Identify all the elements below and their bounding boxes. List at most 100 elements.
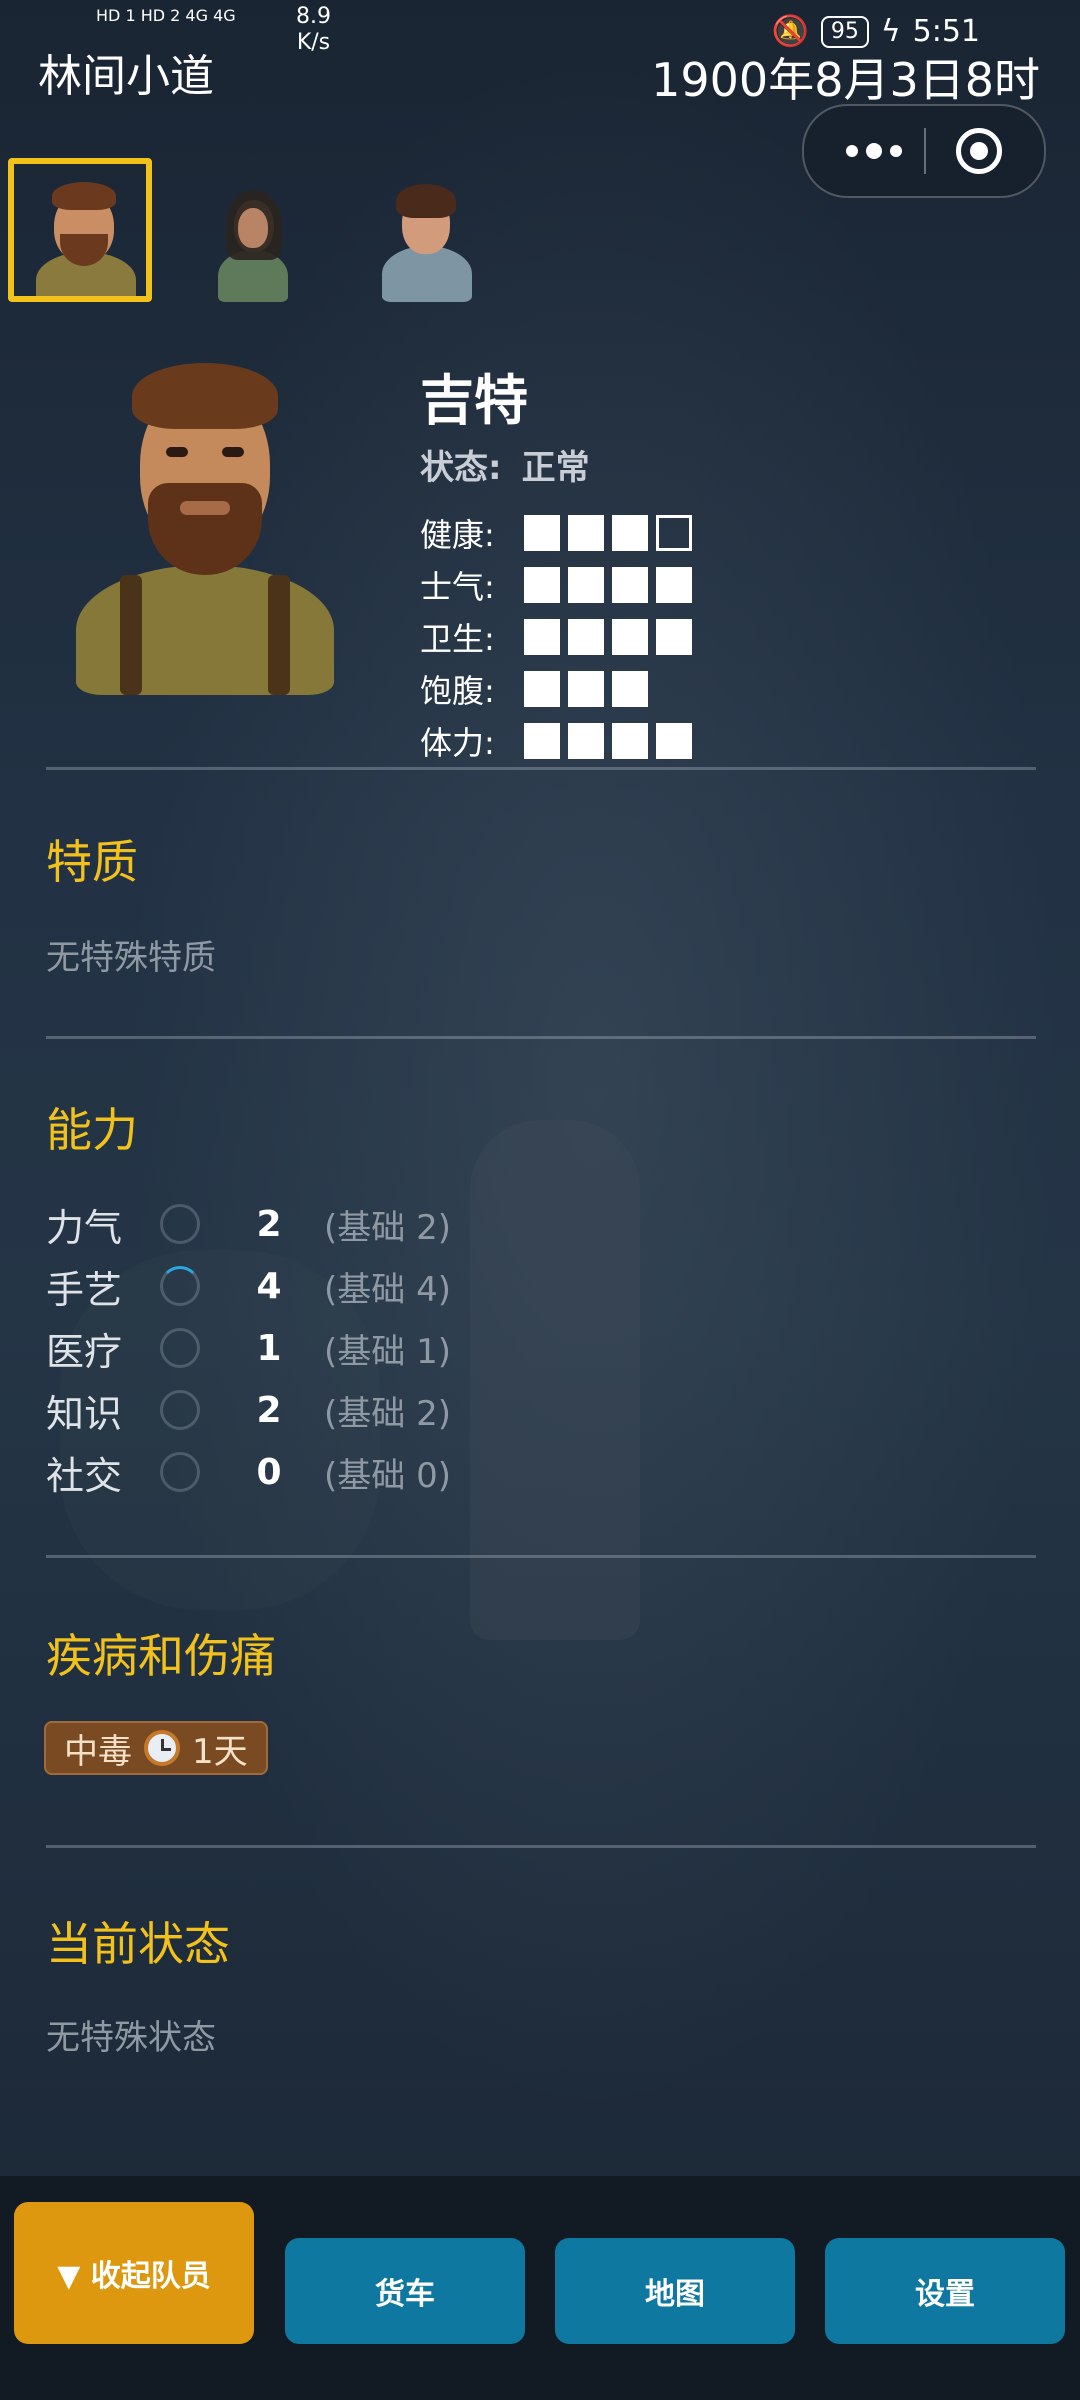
battery-icon: 95 (820, 15, 869, 48)
more-icon[interactable] (834, 126, 914, 176)
abilities-title: 能力 (46, 1103, 138, 1157)
signal-indicators: HD 1 HD 2 4G 4G (96, 4, 236, 26)
character-stats: 健康: 士气: 卫生: 饱腹: 体力: (420, 507, 700, 767)
stat-pip-filled (524, 671, 560, 707)
stat-pips (524, 723, 700, 759)
stat-fullness: 饱腹: (420, 663, 700, 715)
ability-progress-ring (160, 1266, 200, 1306)
ability-value: 2 (256, 1203, 282, 1245)
ability-name: 社交 (46, 1453, 123, 1498)
stat-pips (524, 619, 700, 655)
stat-pip-filled (612, 515, 648, 551)
stat-pips (524, 567, 700, 603)
stat-pip-filled (656, 567, 692, 603)
stat-pip-filled (568, 515, 604, 551)
stat-pip-filled (612, 567, 648, 603)
miniprogram-capsule (802, 104, 1046, 198)
ability-value: 1 (256, 1327, 282, 1369)
close-miniprogram-icon[interactable] (956, 128, 1002, 174)
ability-progress-ring (160, 1452, 200, 1492)
background-figure (470, 1120, 640, 1640)
ailment-duration: 1天 (192, 1731, 248, 1772)
ability-name: 力气 (46, 1205, 123, 1250)
collapse-team-button[interactable]: ▼ 收起队员 (14, 2202, 254, 2344)
team-portrait-2[interactable] (182, 158, 326, 302)
ability-base: (基础 4) (324, 1269, 451, 1310)
truck-button[interactable]: 货车 (285, 2238, 525, 2344)
stat-label: 士气: (420, 568, 495, 606)
ability-progress-ring (160, 1390, 200, 1430)
net-speed-value: 8.9 (296, 4, 331, 29)
stat-health: 健康: (420, 507, 700, 559)
stat-pip-filled (612, 671, 648, 707)
section-divider (46, 1845, 1036, 1848)
ability-strength: 力气 2 (基础 2) (46, 1193, 451, 1255)
stat-pip-filled (524, 723, 560, 759)
ability-name: 手艺 (46, 1267, 123, 1312)
ability-value: 4 (256, 1265, 282, 1307)
location-title: 林间小道 (38, 51, 214, 102)
stat-pips (524, 671, 656, 707)
section-divider (46, 1555, 1036, 1558)
ability-progress-ring (160, 1204, 200, 1244)
stat-morale: 士气: (420, 559, 700, 611)
stat-label: 体力: (420, 724, 495, 762)
net-speed: 8.9 K/s (296, 4, 331, 56)
character-name: 吉特 (420, 369, 528, 432)
stat-label: 健康: (420, 516, 495, 554)
ability-medical: 医疗 1 (基础 1) (46, 1317, 451, 1379)
ability-value: 2 (256, 1389, 282, 1431)
section-divider (46, 1036, 1036, 1039)
stat-pip-filled (524, 515, 560, 551)
stat-pip-filled (568, 619, 604, 655)
ability-value: 0 (256, 1451, 282, 1493)
character-portrait (70, 355, 340, 695)
ability-name: 知识 (46, 1391, 123, 1436)
stat-pip-filled (612, 723, 648, 759)
net-speed-unit: K/s (296, 30, 331, 55)
status-value: 正常 (521, 448, 590, 488)
abilities-list: 力气 2 (基础 2) 手艺 4 (基础 4) 医疗 1 (基础 1) 知识 2… (46, 1193, 451, 1503)
section-divider (46, 767, 1036, 770)
ability-base: (基础 2) (324, 1207, 451, 1248)
team-portrait-1[interactable] (8, 158, 152, 302)
stat-stamina: 体力: (420, 715, 700, 767)
capsule-divider (924, 128, 926, 174)
stat-pip-filled (568, 723, 604, 759)
stat-pip-empty (656, 515, 692, 551)
ability-base: (基础 2) (324, 1393, 451, 1434)
team-portrait-3[interactable] (356, 158, 500, 302)
ailments-title: 疾病和伤痛 (46, 1629, 276, 1683)
signal-label: HD 1 HD 2 4G 4G (96, 6, 236, 25)
settings-button[interactable]: 设置 (825, 2238, 1065, 2344)
stat-hygiene: 卫生: (420, 611, 700, 663)
ability-knowledge: 知识 2 (基础 2) (46, 1379, 451, 1441)
ability-base: (基础 0) (324, 1455, 451, 1496)
stat-pip-filled (656, 723, 692, 759)
traits-title: 特质 (46, 835, 138, 889)
status-label: 状态: (420, 448, 502, 488)
stat-pip-filled (612, 619, 648, 655)
stat-label: 卫生: (420, 620, 495, 658)
traits-text: 无特殊特质 (46, 938, 216, 978)
ability-base: (基础 1) (324, 1331, 451, 1372)
stat-pip-filled (568, 671, 604, 707)
map-button[interactable]: 地图 (555, 2238, 795, 2344)
current-status-text: 无特殊状态 (46, 2018, 216, 2058)
ailment-badge[interactable]: 中毒 1天 (44, 1721, 268, 1775)
clock-icon (144, 1730, 180, 1766)
stat-pip-filled (656, 619, 692, 655)
stat-pips (524, 515, 700, 551)
stat-pip-filled (568, 567, 604, 603)
current-status-title: 当前状态 (46, 1917, 230, 1971)
character-status: 状态: 正常 (420, 440, 590, 489)
team-portraits (8, 158, 500, 302)
ability-social: 社交 0 (基础 0) (46, 1441, 451, 1503)
game-date: 1900年8月3日8时 (651, 53, 1040, 107)
ability-craft: 手艺 4 (基础 4) (46, 1255, 451, 1317)
stat-pip-filled (524, 619, 560, 655)
ability-progress-ring (160, 1328, 200, 1368)
ailment-name: 中毒 (64, 1731, 132, 1772)
stat-pip-filled (524, 567, 560, 603)
stat-label: 饱腹: (420, 672, 495, 710)
